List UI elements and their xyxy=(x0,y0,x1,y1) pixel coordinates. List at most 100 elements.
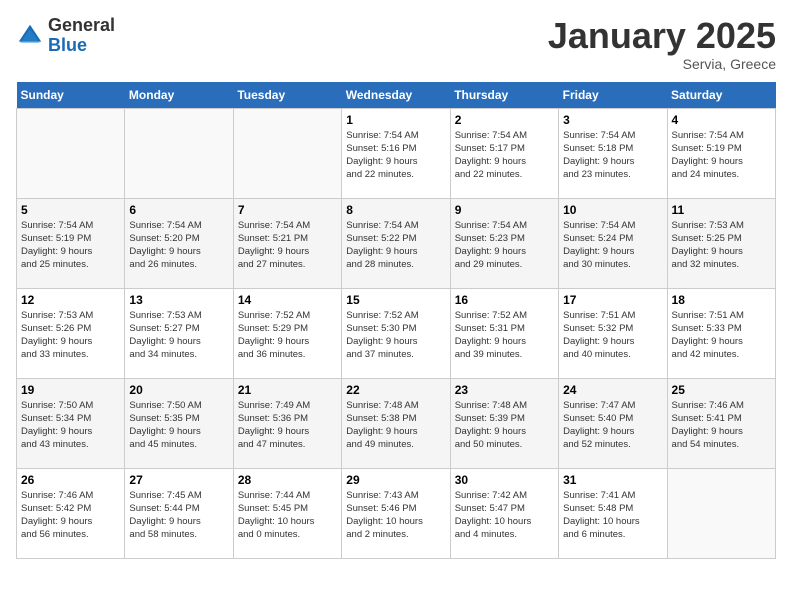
day-number: 24 xyxy=(563,383,662,397)
day-info: Sunrise: 7:54 AM Sunset: 5:20 PM Dayligh… xyxy=(129,219,228,272)
title-area: January 2025 Servia, Greece xyxy=(548,16,776,72)
day-number: 18 xyxy=(672,293,771,307)
calendar-cell: 14Sunrise: 7:52 AM Sunset: 5:29 PM Dayli… xyxy=(233,288,341,378)
day-info: Sunrise: 7:54 AM Sunset: 5:23 PM Dayligh… xyxy=(455,219,554,272)
day-number: 29 xyxy=(346,473,445,487)
day-info: Sunrise: 7:46 AM Sunset: 5:41 PM Dayligh… xyxy=(672,399,771,452)
day-number: 31 xyxy=(563,473,662,487)
day-number: 4 xyxy=(672,113,771,127)
day-info: Sunrise: 7:52 AM Sunset: 5:31 PM Dayligh… xyxy=(455,309,554,362)
day-info: Sunrise: 7:47 AM Sunset: 5:40 PM Dayligh… xyxy=(563,399,662,452)
calendar-cell: 30 Sunrise: 7:42 AM Sunset: 5:47 PM Dayli… xyxy=(450,468,558,558)
day-number: 19 xyxy=(21,383,120,397)
calendar-cell: 5 Sunrise: 7:54 AM Sunset: 5:19 PM Daylig… xyxy=(17,198,125,288)
calendar-cell xyxy=(17,108,125,198)
calendar-cell: 12 Sunrise: 7:53 AM Sunset: 5:26 PM Dayli… xyxy=(17,288,125,378)
day-number: 22 xyxy=(346,383,445,397)
day-info: Sunrise: 7:53 AM Sunset: 5:25 PM Dayligh… xyxy=(672,219,771,272)
day-number: 7 xyxy=(238,203,337,217)
day-info: Sunrise: 7:41 AM Sunset: 5:48 PM Dayligh… xyxy=(563,489,662,542)
day-number: 26 xyxy=(21,473,120,487)
logo-blue-text: Blue xyxy=(48,36,115,56)
day-info: Sunrise: 7:48 AM Sunset: 5:39 PM Dayligh… xyxy=(455,399,554,452)
day-info: Sunrise: 7:42 AM Sunset: 5:47 PM Dayligh… xyxy=(455,489,554,542)
day-info: Sunrise: 7:51 AM Sunset: 5:32 PM Dayligh… xyxy=(563,309,662,362)
calendar-cell xyxy=(233,108,341,198)
day-number: 27 xyxy=(129,473,228,487)
day-info: Sunrise: 7:54 AM Sunset: 5:22 PM Dayligh… xyxy=(346,219,445,272)
day-number: 23 xyxy=(455,383,554,397)
day-number: 14 xyxy=(238,293,337,307)
day-number: 16 xyxy=(455,293,554,307)
calendar-cell: 19 Sunrise: 7:50 AM Sunset: 5:34 PM Dayli… xyxy=(17,378,125,468)
weekday-header-row: SundayMondayTuesdayWednesdayThursdayFrid… xyxy=(17,82,776,109)
day-number: 25 xyxy=(672,383,771,397)
day-number: 10 xyxy=(563,203,662,217)
page-header: General Blue January 2025 Servia, Greece xyxy=(16,16,776,72)
day-number: 9 xyxy=(455,203,554,217)
calendar-cell: 23 Sunrise: 7:48 AM Sunset: 5:39 PM Dayli… xyxy=(450,378,558,468)
calendar-cell: 17 Sunrise: 7:51 AM Sunset: 5:32 PM Dayli… xyxy=(559,288,667,378)
weekday-header-thursday: Thursday xyxy=(450,82,558,109)
calendar-table: SundayMondayTuesdayWednesdayThursdayFrid… xyxy=(16,82,776,559)
day-number: 2 xyxy=(455,113,554,127)
day-number: 6 xyxy=(129,203,228,217)
day-info: Sunrise: 7:51 AM Sunset: 5:33 PM Dayligh… xyxy=(672,309,771,362)
calendar-cell: 3 Sunrise: 7:54 AM Sunset: 5:18 PM Daylig… xyxy=(559,108,667,198)
day-info: Sunrise: 7:45 AM Sunset: 5:44 PM Dayligh… xyxy=(129,489,228,542)
calendar-cell: 9 Sunrise: 7:54 AM Sunset: 5:23 PM Daylig… xyxy=(450,198,558,288)
calendar-cell: 20 Sunrise: 7:50 AM Sunset: 5:35 PM Dayli… xyxy=(125,378,233,468)
calendar-cell: 2 Sunrise: 7:54 AM Sunset: 5:17 PM Daylig… xyxy=(450,108,558,198)
calendar-cell: 25 Sunrise: 7:46 AM Sunset: 5:41 PM Dayli… xyxy=(667,378,775,468)
day-info: Sunrise: 7:54 AM Sunset: 5:18 PM Dayligh… xyxy=(563,129,662,182)
day-info: Sunrise: 7:53 AM Sunset: 5:27 PM Dayligh… xyxy=(129,309,228,362)
day-number: 30 xyxy=(455,473,554,487)
day-info: Sunrise: 7:43 AM Sunset: 5:46 PM Dayligh… xyxy=(346,489,445,542)
day-number: 17 xyxy=(563,293,662,307)
day-info: Sunrise: 7:53 AM Sunset: 5:26 PM Dayligh… xyxy=(21,309,120,362)
day-number: 8 xyxy=(346,203,445,217)
day-number: 12 xyxy=(21,293,120,307)
calendar-cell: 10Sunrise: 7:54 AM Sunset: 5:24 PM Dayli… xyxy=(559,198,667,288)
day-number: 5 xyxy=(21,203,120,217)
calendar-cell: 7 Sunrise: 7:54 AM Sunset: 5:21 PM Daylig… xyxy=(233,198,341,288)
day-info: Sunrise: 7:54 AM Sunset: 5:17 PM Dayligh… xyxy=(455,129,554,182)
calendar-cell: 1Sunrise: 7:54 AM Sunset: 5:16 PM Daylig… xyxy=(342,108,450,198)
calendar-cell: 27 Sunrise: 7:45 AM Sunset: 5:44 PM Dayli… xyxy=(125,468,233,558)
calendar-cell: 26 Sunrise: 7:46 AM Sunset: 5:42 PM Dayli… xyxy=(17,468,125,558)
day-info: Sunrise: 7:54 AM Sunset: 5:19 PM Dayligh… xyxy=(21,219,120,272)
calendar-cell: 22 Sunrise: 7:48 AM Sunset: 5:38 PM Dayli… xyxy=(342,378,450,468)
calendar-cell: 6 Sunrise: 7:54 AM Sunset: 5:20 PM Daylig… xyxy=(125,198,233,288)
day-info: Sunrise: 7:54 AM Sunset: 5:16 PM Dayligh… xyxy=(346,129,445,182)
calendar-week-3: 12 Sunrise: 7:53 AM Sunset: 5:26 PM Dayli… xyxy=(17,288,776,378)
calendar-cell xyxy=(667,468,775,558)
calendar-week-4: 19 Sunrise: 7:50 AM Sunset: 5:34 PM Dayli… xyxy=(17,378,776,468)
calendar-cell: 21 Sunrise: 7:49 AM Sunset: 5:36 PM Dayli… xyxy=(233,378,341,468)
logo: General Blue xyxy=(16,16,115,56)
calendar-cell xyxy=(125,108,233,198)
day-info: Sunrise: 7:54 AM Sunset: 5:19 PM Dayligh… xyxy=(672,129,771,182)
day-number: 20 xyxy=(129,383,228,397)
logo-general-text: General xyxy=(48,16,115,36)
day-info: Sunrise: 7:46 AM Sunset: 5:42 PM Dayligh… xyxy=(21,489,120,542)
day-info: Sunrise: 7:54 AM Sunset: 5:21 PM Dayligh… xyxy=(238,219,337,272)
day-number: 13 xyxy=(129,293,228,307)
calendar-week-2: 5 Sunrise: 7:54 AM Sunset: 5:19 PM Daylig… xyxy=(17,198,776,288)
weekday-header-saturday: Saturday xyxy=(667,82,775,109)
calendar-cell: 4 Sunrise: 7:54 AM Sunset: 5:19 PM Daylig… xyxy=(667,108,775,198)
day-info: Sunrise: 7:50 AM Sunset: 5:35 PM Dayligh… xyxy=(129,399,228,452)
weekday-header-monday: Monday xyxy=(125,82,233,109)
day-info: Sunrise: 7:50 AM Sunset: 5:34 PM Dayligh… xyxy=(21,399,120,452)
calendar-title: January 2025 xyxy=(548,16,776,56)
day-info: Sunrise: 7:49 AM Sunset: 5:36 PM Dayligh… xyxy=(238,399,337,452)
day-info: Sunrise: 7:48 AM Sunset: 5:38 PM Dayligh… xyxy=(346,399,445,452)
weekday-header-friday: Friday xyxy=(559,82,667,109)
day-info: Sunrise: 7:52 AM Sunset: 5:30 PM Dayligh… xyxy=(346,309,445,362)
calendar-cell: 31 Sunrise: 7:41 AM Sunset: 5:48 PM Dayli… xyxy=(559,468,667,558)
calendar-cell: 13 Sunrise: 7:53 AM Sunset: 5:27 PM Dayli… xyxy=(125,288,233,378)
day-number: 3 xyxy=(563,113,662,127)
day-number: 21 xyxy=(238,383,337,397)
calendar-cell: 15Sunrise: 7:52 AM Sunset: 5:30 PM Dayli… xyxy=(342,288,450,378)
day-number: 11 xyxy=(672,203,771,217)
calendar-cell: 29 Sunrise: 7:43 AM Sunset: 5:46 PM Dayli… xyxy=(342,468,450,558)
